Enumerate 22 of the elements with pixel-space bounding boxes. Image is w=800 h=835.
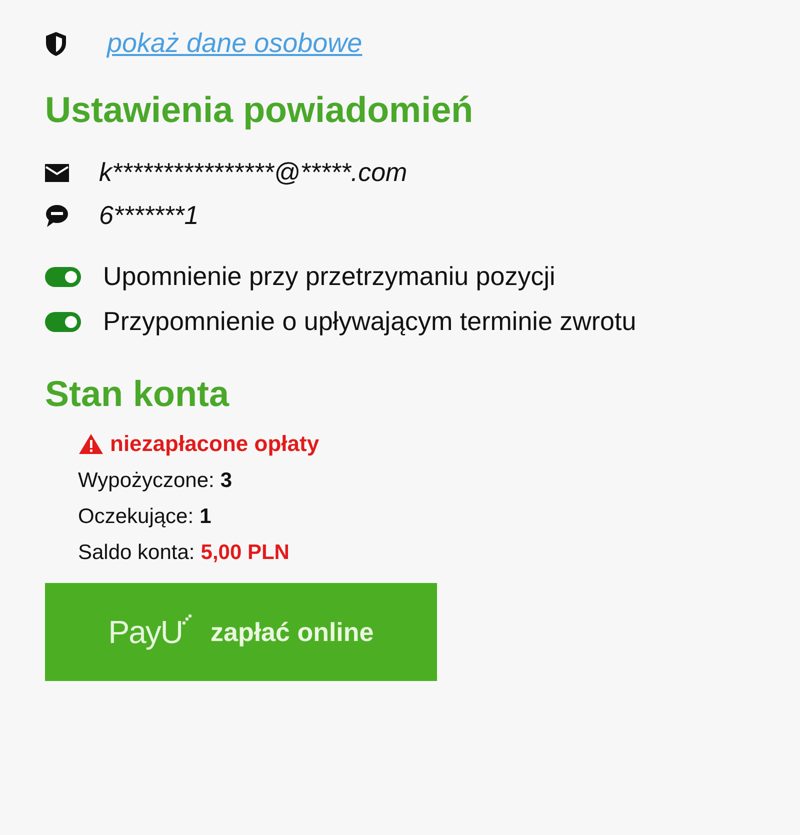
account-value: 3 xyxy=(220,469,232,493)
personal-data-link[interactable]: pokaż dane osobowe xyxy=(107,28,362,59)
toggle-label: Upomnienie przy przetrzymaniu pozycji xyxy=(103,261,556,292)
warning-icon xyxy=(78,433,104,455)
account-label: Wypożyczone: xyxy=(78,469,214,493)
toggle-label: Przypomnienie o upływającym terminie zwrotu xyxy=(103,306,636,337)
account-value: 5,00 PLN xyxy=(200,541,290,565)
phone-number: 6*******1 xyxy=(99,200,199,231)
account-label: Saldo konta: xyxy=(78,541,195,565)
sms-bubble-icon xyxy=(45,204,69,228)
account-label: Oczekujące: xyxy=(78,505,194,529)
pay-online-button[interactable]: PayU zapłać online xyxy=(45,583,437,681)
warning-text: niezapłacone opłaty xyxy=(110,431,320,457)
section-heading: Stan konta xyxy=(45,373,230,415)
shield-icon xyxy=(45,30,67,56)
toggle-switch[interactable] xyxy=(45,266,81,286)
envelope-icon xyxy=(45,164,69,182)
section-heading: Ustawienia powiadomień xyxy=(45,89,474,131)
toggle-switch[interactable] xyxy=(45,312,81,332)
email-address: k****************@*****.com xyxy=(99,157,408,188)
account-value: 1 xyxy=(200,505,212,529)
logo-dots-icon xyxy=(182,614,192,626)
